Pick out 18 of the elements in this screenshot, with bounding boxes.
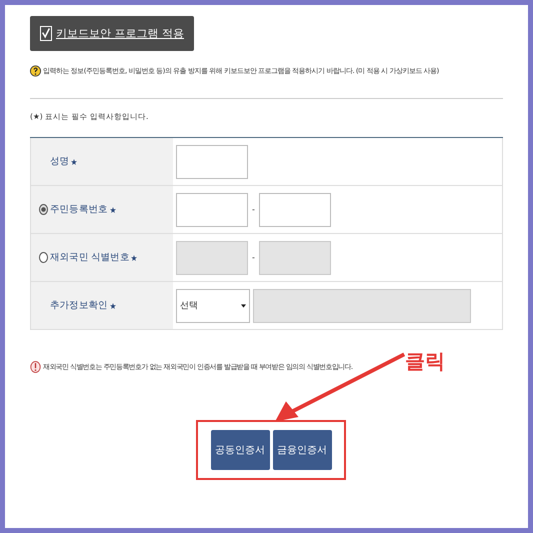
separator: - [251, 253, 256, 262]
certificate-button[interactable]: 공동인증서 [210, 430, 270, 470]
field-label: 성명 [50, 155, 70, 168]
certificate-button[interactable]: 금융인증서 [272, 430, 332, 470]
input-field[interactable] [259, 192, 331, 226]
annotation-text: 클릭 [405, 348, 445, 375]
field-label: 추가정보확인 [50, 299, 108, 312]
checkbox[interactable] [40, 26, 52, 41]
question-icon [30, 64, 41, 78]
input-field[interactable] [176, 192, 248, 226]
field-label: 주민등록번호 [50, 203, 108, 216]
caret-icon [241, 302, 246, 308]
radio-button[interactable] [39, 204, 48, 215]
input-field[interactable] [176, 144, 248, 178]
exclamation-icon [30, 360, 41, 374]
field-label: 재외국민 식별번호 [50, 251, 130, 264]
keyboard-security-button[interactable]: 키보드보안 프로그램 적용 [30, 16, 194, 51]
separator: - [251, 205, 256, 214]
